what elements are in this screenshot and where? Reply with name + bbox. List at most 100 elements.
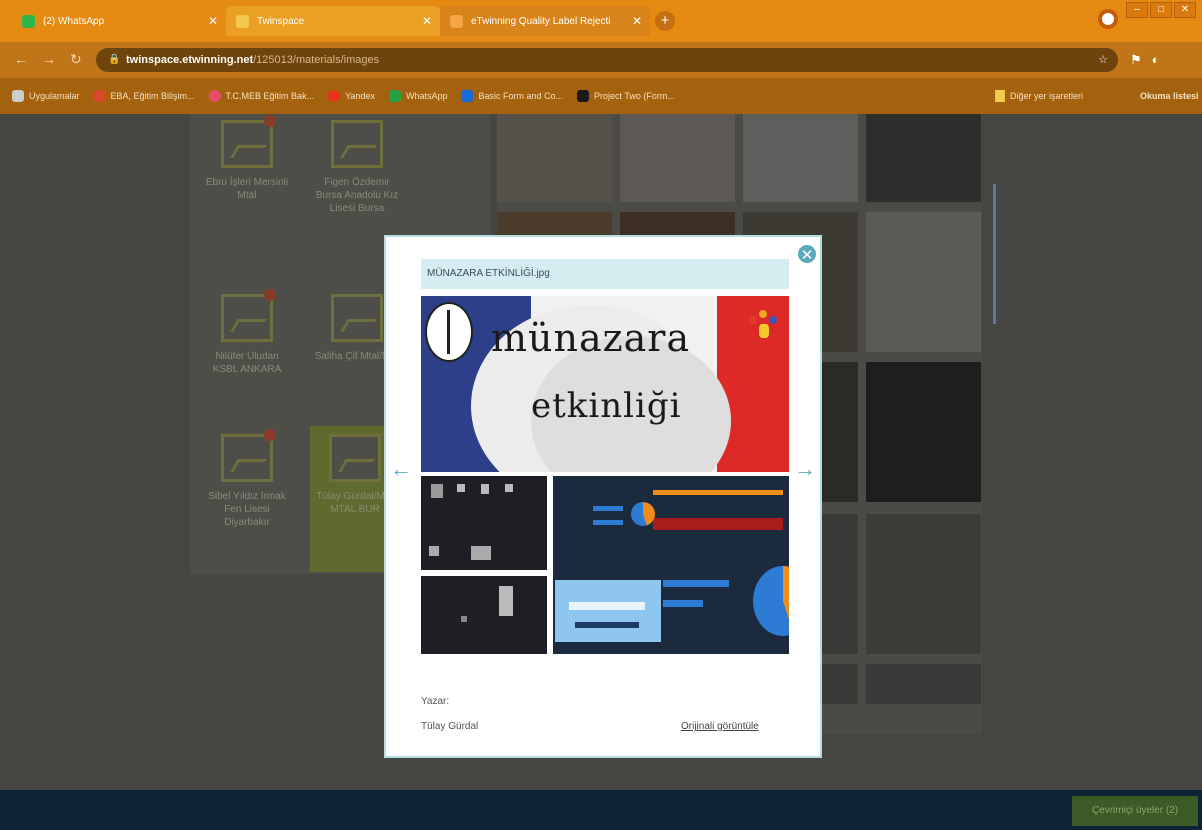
maximize-icon[interactable]: □ [1150,2,1172,18]
card-button [575,622,639,628]
gallery-thumbnail[interactable] [866,114,981,202]
bookmarks-bar: Uygulamalar EBA, Eğitim Bilişim... T.C.M… [0,78,1202,114]
tab-label: Twinspace [257,15,305,27]
minimize-icon[interactable]: – [1126,2,1148,18]
close-icon[interactable]: ✕ [796,243,818,265]
url-input[interactable]: 🔒 twinspace.etwinning.net/125013/materia… [96,48,1118,72]
meb-icon [208,90,221,102]
url-host: twinspace.etwinning.net [126,54,254,66]
photo-cell [481,484,489,494]
tab-twinspace[interactable]: Twinspace ✕ [226,6,440,36]
bookmark-label: Yandex [345,91,375,101]
photo-cell [505,484,513,492]
bookmark-project-two[interactable]: Project Two (Form... [577,90,675,102]
other-bookmarks-label: Diğer yer işaretleri [1010,91,1084,101]
bookmark-star-icon[interactable]: ☆ [1098,48,1108,72]
reading-list[interactable]: Okuma listesi [1140,78,1199,114]
new-tab-button[interactable]: + [655,11,675,31]
bookmark-label: EBA, Eğitim Bilişim... [110,91,195,101]
tab-whatsapp[interactable]: (2) WhatsApp ✕ [12,6,226,36]
card-line [569,602,645,610]
material-title: Figen Özdemir Bursa Anadolu Kız Lisesi B… [315,177,399,214]
online-members-button[interactable]: Çevrimiçi üyeler (2) [1072,796,1198,826]
url-path: /125013/materials/images [253,54,380,66]
delete-badge-icon[interactable] [264,289,276,301]
image-placeholder-icon [331,294,383,342]
material-item[interactable]: Figen Özdemir Bursa Anadolu Kız Lisesi B… [312,120,402,215]
photo-cell [429,546,439,556]
close-tab-icon[interactable]: ✕ [632,14,642,28]
hero-title-line1: münazara [491,316,691,360]
gallery-thumbnail[interactable] [866,212,981,352]
tab-label: (2) WhatsApp [43,15,105,27]
bookmark-meb[interactable]: T.C.MEB Eğitim Bak... [208,90,315,102]
view-original-link[interactable]: Orijinali görüntüle [681,721,759,732]
material-item[interactable]: Sibel Yıldız Irmak Fen Lisesi Diyarbakır [202,429,292,529]
photo-cell [431,484,443,498]
tab-label: eTwinning Quality Label Rejecti [471,15,611,27]
image-lightbox-modal: MÜNAZARA ETKİNLİĞİ.jpg münazara etkinliğ… [384,235,822,758]
material-item[interactable]: Ebru İşleri Mersinli Mtal [202,115,292,202]
delete-badge-icon[interactable] [264,115,276,127]
gallery-thumbnail[interactable] [743,114,858,202]
image-placeholder-icon [331,120,383,168]
reload-icon[interactable]: ↻ [70,51,82,68]
apps-grid-icon [12,90,24,102]
twinspace-icon [236,14,249,28]
forward-arrow-icon[interactable]: → [42,51,56,67]
bookmark-label: T.C.MEB Eğitim Bak... [225,91,315,101]
page-footer: Çevrimiçi üyeler (2) [0,790,1202,830]
material-title: Nilüfer Uludan KSBL ANKARA [212,351,282,375]
collage-screenshot [421,476,547,570]
image-placeholder-icon [221,115,276,168]
window-controls: – □ ✕ [1126,2,1196,18]
scrollbar-thumb[interactable] [993,184,996,324]
other-bookmarks[interactable]: Diğer yer işaretleri [995,78,1083,114]
preview-image: münazara etkinliği [421,296,789,472]
delete-badge-icon[interactable] [264,429,276,441]
chart-bar [593,520,623,525]
chart-bar [653,518,783,530]
material-item[interactable]: Nilüfer Uludan KSBL ANKARA [202,289,292,376]
photo-cell [461,616,467,622]
bookmark-eba[interactable]: EBA, Eğitim Bilişim... [93,90,195,102]
folder-icon [995,90,1005,102]
gallery-thumbnail[interactable] [866,514,981,654]
image-filename: MÜNAZARA ETKİNLİĞİ.jpg [421,259,789,289]
pie-chart [631,502,655,526]
back-arrow-icon[interactable]: ← [14,51,28,67]
photo-cell [499,586,513,616]
profile-icon[interactable] [1098,9,1118,29]
hero-title-line2: etkinliği [531,386,682,426]
bookmark-whatsapp[interactable]: WhatsApp [388,90,447,102]
material-title: Ebru İşleri Mersinli Mtal [205,177,289,201]
eba-icon [93,90,106,102]
gallery-thumbnail[interactable] [497,114,612,202]
chart-bar [663,600,703,607]
close-tab-icon[interactable]: ✕ [422,14,432,28]
image-placeholder-icon [221,429,276,482]
bookmark-label: Basic Form and Co... [478,91,563,101]
image-placeholder-icon [221,289,276,342]
project-icon [577,90,589,102]
gallery-thumbnail[interactable] [620,114,735,202]
close-window-icon[interactable]: ✕ [1174,2,1196,18]
bookmark-apps[interactable]: Uygulamalar [12,90,80,102]
etwinning-logo [745,310,783,352]
reading-list-label: Okuma listesi [1140,91,1199,101]
lock-icon: 🔒 [108,54,121,65]
chart-bar [593,506,623,511]
close-tab-icon[interactable]: ✕ [208,14,218,28]
gallery-thumbnail[interactable] [866,362,981,502]
previous-arrow-icon[interactable]: ← [390,456,412,482]
next-arrow-icon[interactable]: → [794,456,816,482]
bookmark-basic-form[interactable]: Basic Form and Co... [461,90,563,102]
extension-icons[interactable]: ⚑◐ [1130,52,1170,68]
gallery-thumbnail[interactable] [866,664,981,704]
bookmark-yandex[interactable]: Yandex [328,90,375,102]
tab-etwinning[interactable]: eTwinning Quality Label Rejecti ✕ [440,6,650,36]
school-logo [425,302,473,362]
bookmark-label: Project Two (Form... [594,91,675,101]
material-title: Sibel Yıldız Irmak Fen Lisesi Diyarbakır [208,491,286,528]
address-bar-row: ← → ↻ 🔒 twinspace.etwinning.net/125013/m… [0,42,1202,78]
